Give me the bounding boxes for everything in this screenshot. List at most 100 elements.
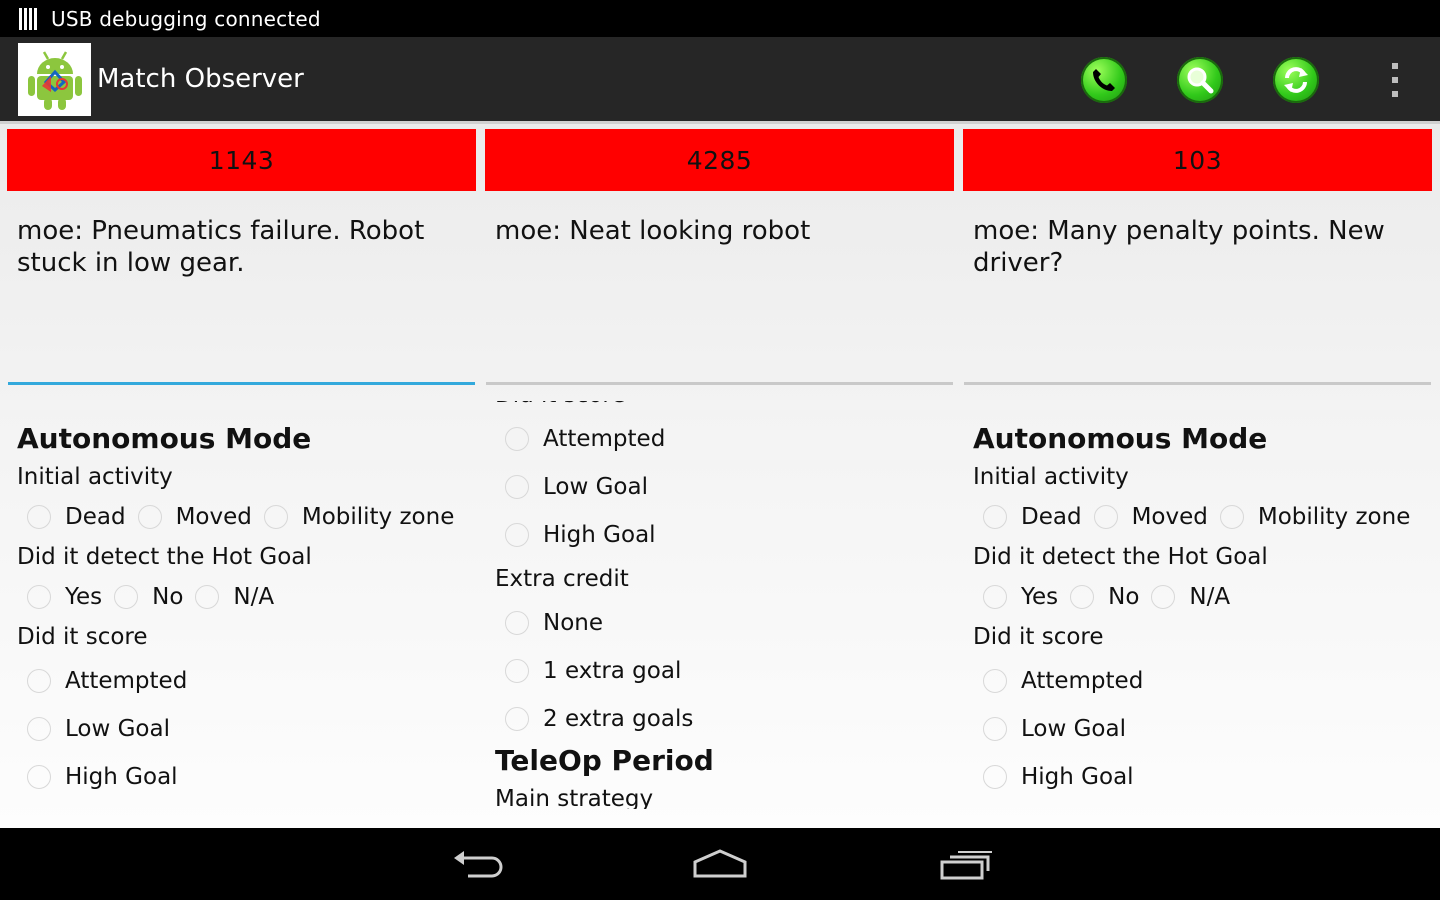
team-button[interactable]: 103	[963, 129, 1432, 191]
radio-button[interactable]	[1070, 585, 1095, 609]
recent-apps-button[interactable]	[936, 846, 996, 882]
app-title: Match Observer	[97, 64, 304, 94]
radio-button[interactable]	[27, 585, 51, 609]
radio-button[interactable]	[27, 765, 51, 789]
back-button[interactable]	[448, 846, 508, 882]
radio-button[interactable]	[1219, 505, 1244, 529]
recent-apps-icon	[940, 851, 992, 880]
comment-field[interactable]: moe: Neat looking robot	[485, 215, 954, 382]
radio-button[interactable]	[983, 717, 1007, 741]
radio-option[interactable]: Dead	[27, 504, 126, 530]
refresh-icon	[1284, 67, 1308, 93]
comment-field-underline	[486, 382, 953, 385]
refresh-button[interactable]	[1273, 57, 1319, 103]
question-label: Did it score	[17, 624, 148, 650]
radio-option[interactable]: Low Goal	[17, 705, 476, 753]
radio-option[interactable]: Mobility zone	[1219, 504, 1410, 530]
radio-button[interactable]	[1151, 585, 1176, 609]
usb-debug-icon	[19, 7, 37, 30]
radio-button[interactable]	[27, 717, 51, 741]
action-bar: Match Observer	[0, 37, 1440, 124]
question-label: Did it detect the Hot Goal	[973, 544, 1268, 570]
team-button[interactable]: 1143	[7, 129, 476, 191]
radio-button[interactable]	[1093, 505, 1118, 529]
observation-form[interactable]: Autonomous Mode Initial activity Dead Mo…	[7, 401, 476, 809]
question-label: Initial activity	[973, 464, 1129, 490]
radio-option[interactable]: Moved	[1093, 504, 1208, 530]
radio-button[interactable]	[27, 505, 51, 529]
observation-form[interactable]: Did it score Attempted Low Goal High Goa…	[485, 401, 954, 809]
section-title: Autonomous Mode	[17, 422, 312, 455]
radio-option[interactable]: None	[495, 599, 954, 647]
observation-form[interactable]: Autonomous Mode Initial activity Dead Mo…	[963, 401, 1432, 809]
radio-group-initial-activity: Dead Moved Mobility zone	[973, 497, 1432, 537]
radio-option[interactable]: Low Goal	[495, 463, 954, 511]
radio-option[interactable]: Attempted	[973, 657, 1432, 705]
radio-option[interactable]: Low Goal	[973, 705, 1432, 753]
question-label: Initial activity	[17, 464, 173, 490]
radio-button[interactable]	[983, 505, 1007, 529]
status-bar: USB debugging connected	[0, 0, 1440, 37]
radio-option[interactable]: N/A	[1151, 584, 1230, 610]
section-title: TeleOp Period	[495, 744, 714, 777]
phone-icon	[1093, 69, 1115, 91]
question-label: Did it score	[495, 401, 954, 415]
radio-button[interactable]	[27, 669, 51, 693]
radio-button[interactable]	[505, 475, 529, 499]
call-button[interactable]	[1081, 57, 1127, 103]
question-label: Extra credit	[973, 801, 1432, 809]
radio-option[interactable]: High Goal	[495, 511, 954, 559]
team-column-3: 103 moe: Many penalty points. New driver…	[963, 129, 1432, 809]
radio-option[interactable]: High Goal	[17, 753, 476, 801]
radio-option[interactable]: Moved	[137, 504, 252, 530]
home-button[interactable]	[690, 846, 750, 882]
team-column-1: 1143 moe: Pneumatics failure. Robot stuc…	[7, 129, 476, 809]
radio-option[interactable]: N/A	[195, 584, 274, 610]
comment-field-underline	[8, 382, 475, 385]
radio-button[interactable]	[137, 505, 162, 529]
overflow-menu-icon[interactable]	[1390, 63, 1400, 97]
search-icon	[1187, 67, 1214, 94]
radio-option[interactable]: Yes	[983, 584, 1058, 610]
search-button[interactable]	[1177, 57, 1223, 103]
radio-button[interactable]	[983, 585, 1007, 609]
app-logo-icon[interactable]	[18, 42, 91, 116]
radio-option[interactable]: Mobility zone	[263, 504, 454, 530]
radio-option[interactable]: Dead	[983, 504, 1082, 530]
radio-button[interactable]	[505, 707, 529, 731]
radio-button[interactable]	[263, 505, 288, 529]
question-label: Did it score	[973, 624, 1104, 650]
radio-button[interactable]	[195, 585, 220, 609]
radio-option[interactable]: Attempted	[17, 657, 476, 705]
radio-option[interactable]: 1 extra goal	[495, 647, 954, 695]
radio-button[interactable]	[114, 585, 139, 609]
comment-field-underline	[964, 382, 1431, 385]
status-notification-text: USB debugging connected	[51, 6, 321, 31]
radio-button[interactable]	[983, 765, 1007, 789]
home-icon	[693, 849, 747, 878]
radio-group-hot-goal: Yes No N/A	[973, 577, 1432, 617]
question-label: Did it detect the Hot Goal	[17, 544, 312, 570]
radio-option[interactable]: High Goal	[973, 753, 1432, 801]
radio-button[interactable]	[505, 659, 529, 683]
radio-option[interactable]: No	[1070, 584, 1139, 610]
radio-option[interactable]: Yes	[27, 584, 102, 610]
radio-group-hot-goal: Yes No N/A	[17, 577, 476, 617]
radio-option[interactable]: Attempted	[495, 415, 954, 463]
comment-field[interactable]: moe: Many penalty points. New driver?	[963, 215, 1432, 382]
comment-field[interactable]: moe: Pneumatics failure. Robot stuck in …	[7, 215, 476, 382]
team-column-2: 4285 moe: Neat looking robot Did it scor…	[485, 129, 954, 809]
radio-button[interactable]	[505, 611, 529, 635]
question-label: Extra credit	[17, 801, 476, 809]
radio-option[interactable]: No	[114, 584, 183, 610]
team-button[interactable]: 4285	[485, 129, 954, 191]
question-label: Extra credit	[495, 566, 629, 592]
radio-button[interactable]	[983, 669, 1007, 693]
question-label: Main strategy	[495, 786, 654, 809]
radio-button[interactable]	[505, 523, 529, 547]
system-nav-bar	[0, 828, 1440, 900]
radio-option[interactable]: 2 extra goals	[495, 695, 954, 743]
section-title: Autonomous Mode	[973, 422, 1268, 455]
radio-button[interactable]	[505, 427, 529, 451]
match-content: 1143 moe: Pneumatics failure. Robot stuc…	[0, 124, 1440, 828]
